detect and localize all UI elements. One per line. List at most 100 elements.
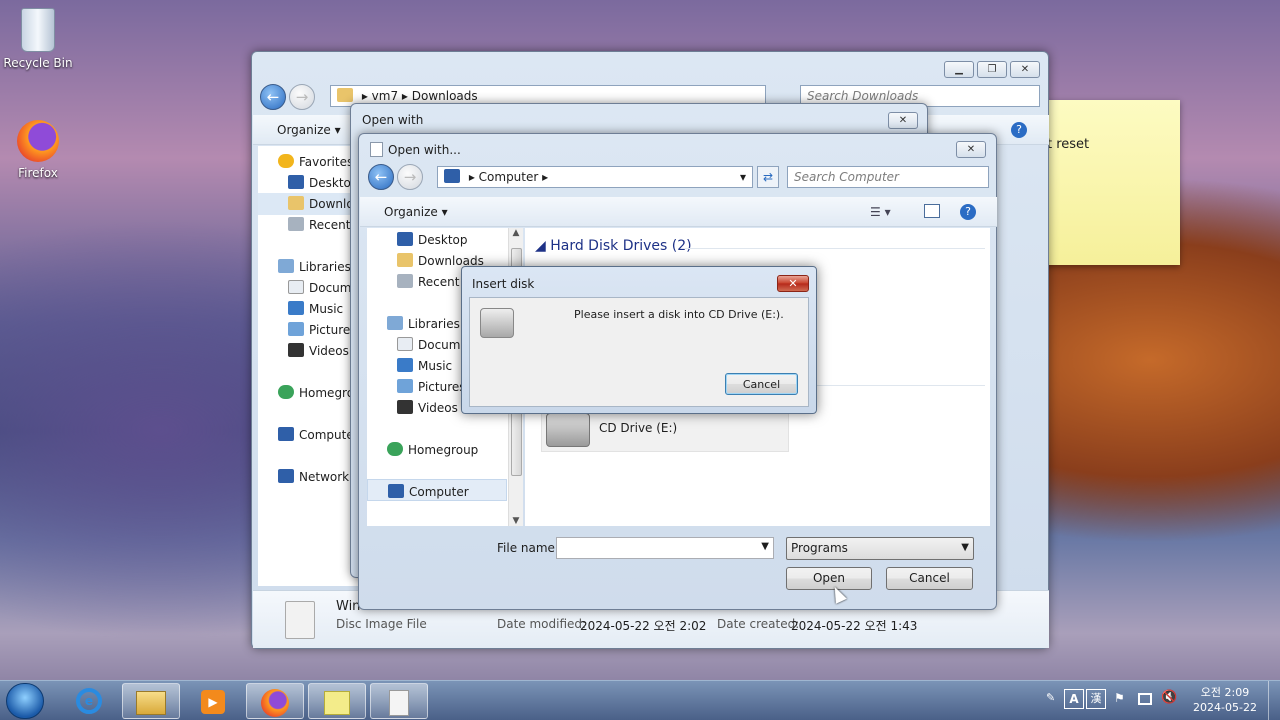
volume-muted-icon[interactable]: 🔇 (1161, 690, 1177, 705)
close-button[interactable]: ✕ (956, 141, 986, 158)
breadcrumb-item[interactable]: Downloads (412, 89, 478, 103)
recent-places-icon (397, 274, 413, 288)
taskbar: e ▶ ✎ A 漢 ⚑ 🔇 오전 2:09 2024-05-22 (0, 680, 1280, 720)
scroll-down-icon[interactable]: ▼ (509, 516, 523, 526)
command-bar: Organize ▾ ☰ ▾ ? (360, 197, 997, 227)
computer-icon (444, 169, 460, 183)
sticky-notes-icon (324, 691, 350, 715)
media-player-icon: ▶ (201, 690, 225, 714)
taskbar-sticky-notes[interactable] (308, 683, 366, 719)
start-button[interactable] (6, 683, 44, 719)
network-tray-icon[interactable] (1138, 693, 1152, 705)
documents-icon (288, 280, 304, 294)
desktop-icon-firefox[interactable]: Firefox (0, 120, 76, 180)
nav-pictures[interactable]: Pictures (397, 379, 466, 394)
chevron-down-icon[interactable]: ▼ (761, 541, 769, 552)
forward-button[interactable]: → (289, 84, 315, 110)
taskbar-disc-image[interactable] (370, 683, 428, 719)
cd-drive-icon (546, 413, 590, 447)
show-desktop-button[interactable] (1268, 681, 1280, 720)
chevron-down-icon[interactable]: ▾ (740, 167, 746, 187)
nav-videos[interactable]: Videos (288, 343, 349, 358)
cd-drive-icon (480, 308, 514, 338)
disc-image-icon (285, 601, 315, 639)
nav-music[interactable]: Music (288, 301, 343, 316)
cancel-button[interactable]: Cancel (886, 567, 973, 590)
organize-button[interactable]: Organize ▾ (384, 205, 448, 219)
file-name-input[interactable]: ▼ (556, 537, 774, 559)
file-type-select[interactable]: Programs ▼ (786, 537, 974, 560)
music-icon (397, 358, 413, 372)
nav-desktop[interactable]: Desktop (397, 232, 468, 247)
preview-pane-icon[interactable] (924, 204, 940, 218)
documents-icon (397, 337, 413, 351)
homegroup-icon (387, 442, 403, 456)
section-header[interactable]: ◢ Hard Disk Drives (2) (535, 238, 692, 254)
firefox-icon (17, 120, 59, 162)
taskbar-windows-explorer[interactable] (122, 683, 180, 719)
address-bar[interactable]: ▸ Computer ▸ ▾ (437, 166, 753, 188)
star-icon (278, 154, 294, 168)
drive-item-cd[interactable]: CD Drive (E:) (541, 408, 789, 452)
help-icon[interactable]: ? (960, 204, 976, 220)
back-button[interactable]: ← (368, 164, 394, 190)
pictures-icon (397, 379, 413, 393)
internet-explorer-icon: e (76, 688, 102, 714)
nav-documents[interactable]: Documents (397, 337, 463, 352)
date-created-value: 2024-05-22 오전 1:43 (791, 619, 918, 633)
dialog-body: Please insert a disk into CD Drive (E:).… (469, 297, 809, 407)
nav-libraries[interactable]: Libraries (387, 316, 460, 331)
search-input[interactable]: Search Computer (787, 166, 989, 188)
desktop-icon (397, 232, 413, 246)
sticky-note-text: t reset (1047, 137, 1090, 152)
ime-hanja-indicator[interactable]: 漢 (1086, 689, 1106, 709)
cancel-button[interactable]: Cancel (725, 373, 798, 395)
clock-date: 2024-05-22 (1193, 701, 1257, 714)
close-button[interactable]: ✕ (1010, 61, 1040, 78)
nav-recent-places[interactable]: Recent Places (397, 274, 463, 289)
clock[interactable]: 오전 2:09 2024-05-22 (1188, 685, 1262, 715)
views-icon[interactable]: ☰ ▾ (870, 205, 891, 219)
close-button[interactable]: ✕ (888, 112, 918, 129)
nav-pictures[interactable]: Pictures (288, 322, 357, 337)
forward-button[interactable]: → (397, 164, 423, 190)
nav-computer[interactable]: Computer (278, 427, 359, 442)
nav-music[interactable]: Music (397, 358, 452, 373)
libraries-icon (278, 259, 294, 273)
action-center-flag-icon[interactable]: ⚑ (1114, 691, 1125, 705)
sticky-note[interactable]: t reset (1040, 100, 1180, 265)
disc-image-icon (389, 690, 409, 716)
nav-favorites[interactable]: Favorites (278, 154, 353, 169)
taskbar-firefox[interactable] (246, 683, 304, 719)
ime-mode-indicator[interactable]: A (1064, 689, 1084, 709)
refresh-button[interactable]: ⇄ (757, 166, 779, 188)
nav-computer[interactable]: Computer (367, 479, 507, 501)
nav-network[interactable]: Network (278, 469, 349, 484)
computer-icon (278, 427, 294, 441)
maximize-button[interactable]: ❐ (977, 61, 1007, 78)
open-button[interactable]: Open (786, 567, 872, 590)
music-icon (288, 301, 304, 315)
nav-libraries[interactable]: Libraries (278, 259, 351, 274)
taskbar-internet-explorer[interactable]: e (60, 683, 118, 719)
help-icon[interactable]: ? (1011, 122, 1027, 138)
nav-desktop[interactable]: Desktop (288, 175, 359, 190)
breadcrumb-item[interactable]: Computer (479, 170, 539, 184)
folder-icon (337, 88, 353, 102)
nav-homegroup[interactable]: Homegroup (387, 442, 478, 457)
nav-downloads[interactable]: Downloads (258, 193, 358, 215)
show-hidden-icons-button[interactable]: ✎ (1046, 691, 1055, 704)
network-icon (278, 469, 294, 483)
organize-button[interactable]: Organize ▾ (277, 123, 341, 137)
window-title: Open with... (388, 143, 461, 157)
back-button[interactable]: ← (260, 84, 286, 110)
breadcrumb-item[interactable]: vm7 (372, 89, 398, 103)
taskbar-media-player[interactable]: ▶ (184, 683, 242, 719)
minimize-button[interactable]: ▁ (944, 61, 974, 78)
nav-videos[interactable]: Videos (397, 400, 458, 415)
firefox-icon (261, 689, 289, 717)
desktop-icon-label: Recycle Bin (3, 56, 73, 70)
close-button[interactable]: ✕ (777, 275, 809, 292)
desktop-icon-recycle-bin[interactable]: Recycle Bin (0, 8, 76, 70)
scroll-up-icon[interactable]: ▲ (509, 228, 523, 238)
